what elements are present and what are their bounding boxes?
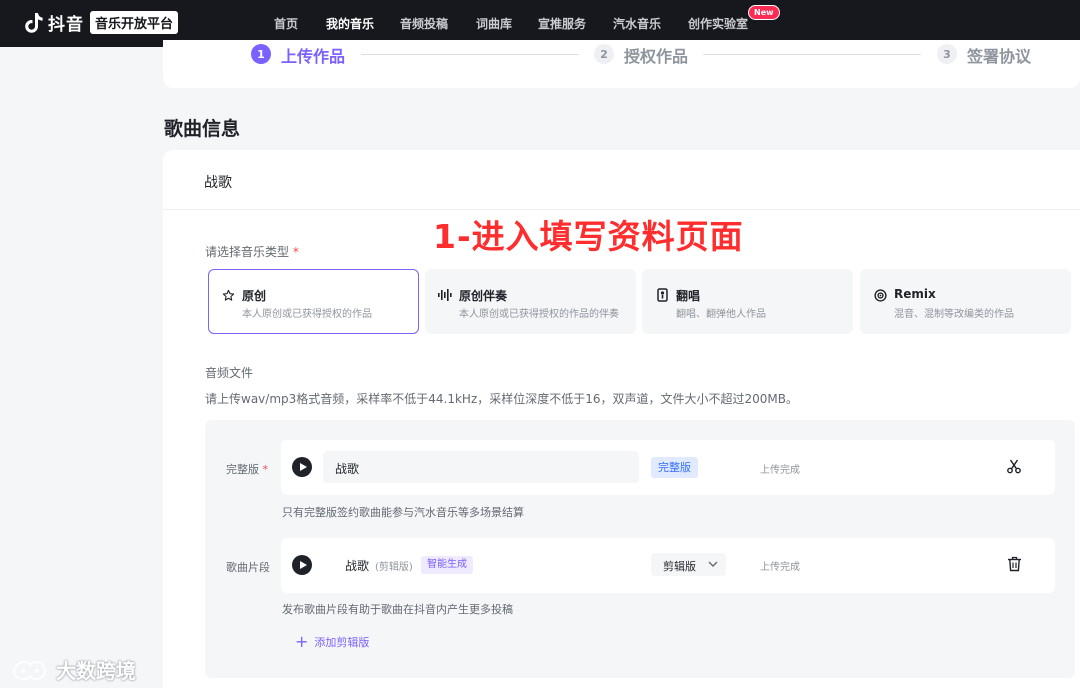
clip-label: 歌曲片段 (226, 561, 270, 574)
type-desc: 翻唱、翻弹他人作品 (676, 309, 766, 320)
clip-sub-label: (剪辑版) (375, 562, 413, 573)
type-card-cover[interactable]: 翻唱 翻唱、翻弹他人作品 (642, 269, 853, 334)
clip-version-value: 剪辑版 (663, 560, 696, 573)
type-card-original-accompaniment[interactable]: 原创伴奏 本人原创或已获得授权的作品的伴奏 (425, 269, 636, 334)
nav-item-home[interactable]: 首页 (274, 15, 298, 32)
upload-status: 上传完成 (760, 562, 800, 573)
add-clip-label: 添加剪辑版 (314, 636, 370, 649)
nav-item-promotion[interactable]: 宣推服务 (538, 15, 586, 32)
smart-generate-tag: 智能生成 (421, 556, 473, 574)
logo[interactable]: 抖音 音乐开放平台 (24, 10, 179, 35)
step-3-number: 3 (937, 44, 957, 64)
type-desc: 混音、混制等改编类的作品 (894, 309, 1014, 320)
song-name-input[interactable] (323, 451, 639, 483)
star-icon (221, 288, 235, 302)
type-desc: 本人原创或已获得授权的作品 (242, 309, 372, 320)
douyin-logo-icon (25, 12, 43, 33)
logo-badge: 音乐开放平台 (90, 11, 179, 34)
mic-icon (655, 288, 669, 302)
play-button[interactable] (292, 457, 312, 477)
nav-item-qishui-music[interactable]: 汽水音乐 (613, 15, 661, 32)
clip-hint: 发布歌曲片段有助于歌曲在抖音内产生更多投稿 (282, 603, 513, 616)
audio-file-label: 音频文件 (205, 366, 254, 380)
type-name: 原创伴奏 (459, 289, 508, 303)
section-title: 歌曲信息 (164, 118, 241, 140)
logo-text: 抖音 (48, 15, 84, 35)
watermark-text: 大数跨境 (56, 659, 136, 683)
step-2-number: 2 (594, 44, 614, 64)
play-button[interactable] (292, 555, 312, 575)
type-card-original[interactable]: 原创 本人原创或已获得授权的作品 (208, 269, 419, 334)
song-title: 战歌 (204, 175, 232, 191)
trash-icon[interactable] (1007, 556, 1022, 572)
plus-icon: + (295, 632, 309, 651)
song-name-value: 战歌 (335, 462, 360, 476)
chevron-down-icon (708, 561, 718, 567)
type-name: 翻唱 (676, 289, 701, 303)
upload-status: 上传完成 (760, 465, 800, 476)
type-name: Remix (894, 287, 936, 301)
step-2-label: 授权作品 (624, 47, 689, 66)
type-name: 原创 (242, 289, 267, 303)
scissors-icon[interactable] (1006, 458, 1022, 474)
full-version-hint: 只有完整版签约歌曲能参与汽水音乐等多场景结算 (282, 506, 524, 519)
full-version-label: 完整版 * (226, 463, 269, 476)
remix-icon (873, 288, 887, 302)
nav-item-creative-lab[interactable]: 创作实验室 (688, 15, 748, 32)
full-version-tag: 完整版 (651, 457, 698, 478)
step-1-number: 1 (251, 44, 271, 64)
type-card-remix[interactable]: Remix 混音、混制等改编类的作品 (860, 269, 1071, 334)
watermark-logo-icon (12, 660, 47, 680)
overlay-caption: 1-进入填写资料页面 (433, 217, 744, 256)
nav-item-lyrics-library[interactable]: 词曲库 (476, 15, 512, 32)
required-mark: * (262, 463, 269, 476)
step-1-label: 上传作品 (281, 47, 346, 66)
nav-item-my-music[interactable]: 我的音乐 (326, 15, 374, 32)
watermark: 大数跨境 (10, 655, 136, 684)
new-badge: New (748, 5, 780, 20)
type-desc: 本人原创或已获得授权的作品的伴奏 (459, 309, 619, 320)
nav-item-audio-submit[interactable]: 音频投稿 (400, 15, 448, 32)
step-3-label: 签署协议 (967, 47, 1032, 66)
step-connector (703, 54, 921, 55)
add-clip-button[interactable]: + 添加剪辑版 (295, 634, 369, 650)
waveform-icon (438, 288, 452, 302)
step-connector (361, 54, 579, 55)
audio-format-hint: 请上传wav/mp3格式音频，采样率不低于44.1kHz，采样位深度不低于16，… (205, 392, 799, 406)
clip-name: 战歌 (345, 559, 370, 573)
required-mark: * (292, 245, 299, 259)
music-type-label: 请选择音乐类型 * (205, 245, 299, 259)
